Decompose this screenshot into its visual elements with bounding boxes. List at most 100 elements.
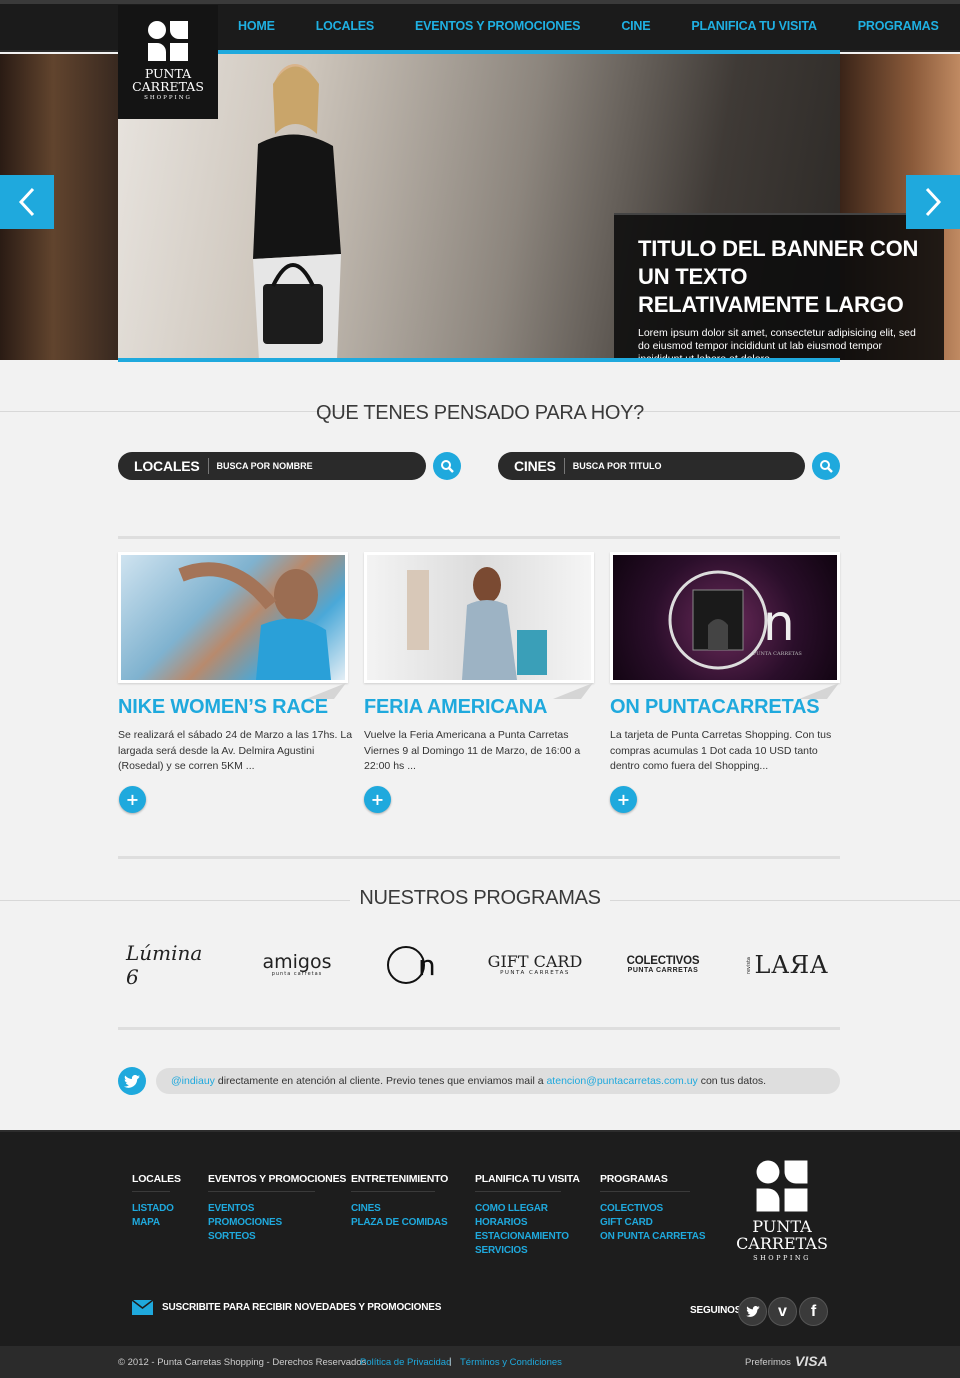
visa-logo: VISA	[795, 1353, 828, 1369]
hero-prev-button[interactable]	[0, 175, 54, 229]
footer-col-heading: PROGRAMAS	[600, 1173, 690, 1192]
twitter-email-link[interactable]: atencion@puntacarretas.com.uy	[546, 1075, 697, 1087]
footer-logo-line2: CARRETAS	[736, 1234, 828, 1253]
newsletter-link[interactable]: SUSCRIBITE PARA RECIBIR NOVEDADES Y PROM…	[132, 1300, 441, 1315]
footer-link-eventos[interactable]: EVENTOS	[208, 1202, 315, 1216]
footer-link-on-punta-carretas[interactable]: ON PUNTA CARRETAS	[600, 1230, 706, 1244]
footer-link-listado[interactable]: LISTADO	[132, 1202, 174, 1216]
footer-link-servicios[interactable]: SERVICIOS	[475, 1244, 561, 1258]
search-icon	[441, 460, 454, 473]
nav-planifica[interactable]: PLANIFICA TU VISITA	[691, 19, 817, 33]
on-card-image: n PUNTA CARRETAS	[668, 570, 802, 670]
hero-next-button[interactable]	[906, 175, 960, 229]
footer-link-horarios[interactable]: HORARIOS	[475, 1216, 561, 1230]
twitter-button[interactable]	[738, 1297, 767, 1326]
footer-col-heading: ENTRETENIMIENTO	[351, 1173, 448, 1192]
logo-mark-icon	[756, 1160, 808, 1212]
nav-locales[interactable]: LOCALES	[316, 19, 375, 33]
footer-divider: |	[449, 1356, 452, 1367]
chevron-left-icon	[18, 187, 35, 217]
card-title-nike[interactable]: NIKE WOMEN’S RACE	[118, 696, 328, 719]
program-on[interactable]: n	[384, 944, 448, 986]
cines-search-input[interactable]	[572, 461, 773, 471]
cines-search-button[interactable]	[812, 452, 840, 480]
nav-cine[interactable]: CINE	[621, 19, 650, 33]
facebook-button[interactable]: f	[799, 1297, 828, 1326]
nav-home[interactable]: HOME	[238, 19, 275, 33]
footer-logo[interactable]: PUNTA CARRETAS SHOPPING	[736, 1158, 828, 1262]
footer-logo-tagline: SHOPPING	[753, 1254, 811, 1262]
hero-text: Lorem ipsum dolor sit amet, consectetur …	[638, 327, 916, 360]
bottom-bar: © 2012 - Punta Carretas Shopping - Derec…	[0, 1346, 960, 1378]
nav-programas[interactable]: PROGRAMAS	[858, 19, 939, 33]
on-card-subtitle: PUNTA CARRETAS	[753, 651, 802, 657]
footer-col-eventos: EVENTOS Y PROMOCIONES EVENTOS PROMOCIONE…	[208, 1173, 346, 1244]
card-image-on[interactable]: n PUNTA CARRETAS	[610, 552, 840, 683]
card-title-feria[interactable]: FERIA AMERICANA	[364, 696, 547, 719]
card-text-feria: Vuelve la Feria Americana a Punta Carret…	[364, 729, 581, 772]
locales-search: LOCALES	[118, 452, 426, 480]
program-colectivos-sub: PUNTA CARRETAS	[627, 967, 699, 974]
twitter-feed-icon[interactable]	[118, 1067, 146, 1095]
section-divider	[118, 1027, 840, 1030]
search-heading: QUE TENES PENSADO PARA HOY?	[316, 402, 644, 424]
program-colectivos[interactable]: COLECTIVOS PUNTA CARRETAS	[620, 944, 706, 986]
twitter-handle-link[interactable]: @indiauy	[171, 1075, 215, 1087]
footer-col-heading: PLANIFICA TU VISITA	[475, 1173, 580, 1192]
logo-mark-icon	[148, 21, 188, 61]
program-giftcard[interactable]: GIFT CARD PUNTA CARRETAS	[486, 944, 584, 986]
program-on-text: n	[418, 949, 436, 982]
search-icon	[820, 460, 833, 473]
card-title-on[interactable]: ON PUNTACARRETAS	[610, 696, 820, 719]
footer-link-gift-card[interactable]: GIFT CARD	[600, 1216, 690, 1230]
facebook-icon: f	[810, 1302, 817, 1320]
footer-link-colectivos[interactable]: COLECTIVOS	[600, 1202, 690, 1216]
program-lara-sub: revista	[745, 956, 752, 974]
program-amigos[interactable]: amigos punta carretas	[250, 944, 344, 986]
logo-tagline: SHOPPING	[144, 95, 192, 101]
program-lumina6-logo: Lúmina 6	[126, 941, 203, 989]
program-amigos-logo: amigos	[262, 951, 332, 973]
footer-link-cines[interactable]: CINES	[351, 1202, 435, 1216]
program-colectivos-logo: COLECTIVOS	[626, 955, 700, 967]
footer-link-promociones[interactable]: PROMOCIONES	[208, 1216, 315, 1230]
terms-link[interactable]: Términos y Condiciones	[460, 1357, 562, 1368]
footer-link-plaza-comidas[interactable]: PLAZA DE COMIDAS	[351, 1216, 448, 1230]
card-text-nike: Se realizará el sábado 24 de Marzo a las…	[118, 729, 353, 772]
chevron-right-icon	[925, 187, 942, 217]
vimeo-button[interactable]: v	[768, 1297, 797, 1326]
follow-label: SEGUINOS	[690, 1305, 742, 1316]
card-more-button-on[interactable]: +	[610, 786, 637, 813]
footer-col-heading: LOCALES	[132, 1173, 181, 1192]
main-nav: HOME LOCALES EVENTOS Y PROMOCIONES CINE …	[238, 4, 960, 48]
card-image-nike[interactable]	[118, 552, 348, 683]
logo-name-line2: CARRETAS	[132, 79, 204, 94]
footer-logo-line1: PUNTA	[752, 1217, 812, 1236]
twitter-bird-icon	[124, 1074, 140, 1088]
footer-col-programas: PROGRAMAS COLECTIVOS GIFT CARD ON PUNTA …	[600, 1173, 706, 1244]
logo[interactable]: PUNTA CARRETAS SHOPPING	[118, 5, 218, 119]
nav-eventos[interactable]: EVENTOS Y PROMOCIONES	[415, 19, 580, 33]
on-card-brand: n	[763, 594, 795, 652]
program-lumina6[interactable]: Lúmina 6	[126, 941, 218, 989]
locales-search-label: LOCALES	[134, 458, 209, 474]
program-lara[interactable]: revista LAЯA	[746, 944, 828, 986]
footer-link-sorteos[interactable]: SORTEOS	[208, 1230, 315, 1244]
footer-col-heading: EVENTOS Y PROMOCIONES	[208, 1173, 346, 1192]
privacy-link[interactable]: Política de Privacidad	[360, 1357, 451, 1368]
preferred-label: Preferimos	[745, 1357, 791, 1368]
card-more-button-feria[interactable]: +	[364, 786, 391, 813]
feria-model-image	[407, 567, 547, 680]
footer-col-entretenimiento: ENTRETENIMIENTO CINES PLAZA DE COMIDAS	[351, 1173, 448, 1230]
card-more-button-nike[interactable]: +	[119, 786, 146, 813]
footer-link-como-llegar[interactable]: COMO LLEGAR	[475, 1202, 561, 1216]
mail-icon	[132, 1300, 153, 1315]
copyright: © 2012 - Punta Carretas Shopping - Derec…	[118, 1357, 367, 1368]
locales-search-button[interactable]	[433, 452, 461, 480]
footer-link-mapa[interactable]: MAPA	[132, 1216, 170, 1230]
locales-search-input[interactable]	[216, 461, 417, 471]
card-image-feria[interactable]	[364, 552, 594, 683]
twitter-message: directamente en atención al cliente. Pre…	[214, 1075, 547, 1087]
footer-link-estacionamiento[interactable]: ESTACIONAMIENTO	[475, 1230, 569, 1244]
hero-title: TITULO DEL BANNER CON UN TEXTO RELATIVAM…	[638, 236, 919, 317]
